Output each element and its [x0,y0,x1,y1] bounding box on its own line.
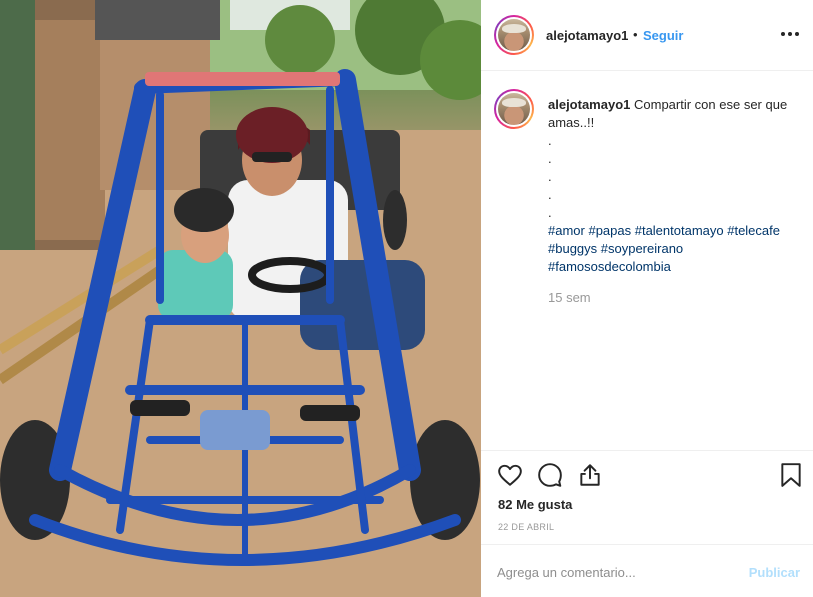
caption-dot: . [548,133,552,148]
post-date[interactable]: 22 DE ABRIL [498,522,554,532]
post-header: alejotamayo1 • Seguir [481,0,813,71]
comment-icon[interactable] [537,462,563,488]
avatar-image [498,19,530,51]
heart-icon[interactable] [497,462,523,488]
caption-avatar[interactable] [494,89,534,129]
follow-button[interactable]: Seguir [643,28,683,43]
post-photo[interactable] [0,0,481,597]
author-username[interactable]: alejotamayo1 [546,28,628,43]
caption-username[interactable]: alejotamayo1 [548,97,630,112]
action-bar: 82 Me gusta 22 DE ABRIL [481,450,813,544]
caption-dot: . [548,205,552,220]
caption-text: alejotamayo1 Compartir con ese ser que a… [548,96,788,276]
bookmark-icon[interactable] [778,462,804,488]
comment-box: Publicar [481,544,813,597]
comment-input[interactable] [497,561,737,583]
caption-dot: . [548,151,552,166]
author-avatar[interactable] [494,15,534,55]
share-icon[interactable] [577,462,603,488]
caption-dot: . [548,187,552,202]
separator-dot: • [633,27,638,42]
avatar-image [498,93,530,125]
post-panel: alejotamayo1 • Seguir alejotamayo1 Compa… [481,0,813,597]
publish-button[interactable]: Publicar [749,565,800,580]
caption-hashtags[interactable]: #amor #papas #talentotamayo #telecafe #b… [548,222,788,276]
likes-count[interactable]: 82 Me gusta [498,497,572,512]
more-options-icon[interactable] [781,25,799,43]
caption-timestamp[interactable]: 15 sem [548,290,591,305]
caption-dot: . [548,169,552,184]
caption-section: alejotamayo1 Compartir con ese ser que a… [481,72,813,450]
buggy-photo-illustration [0,0,481,597]
